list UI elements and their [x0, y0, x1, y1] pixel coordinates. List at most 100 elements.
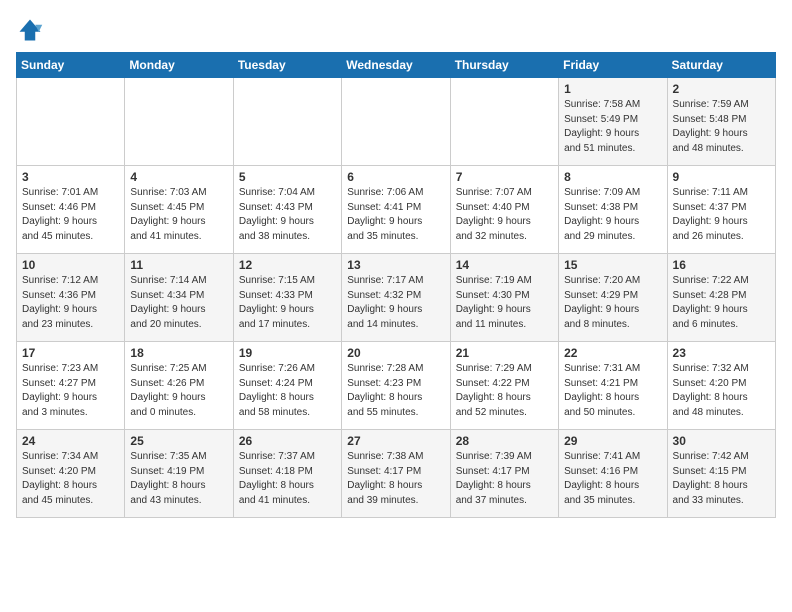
calendar-cell: 22 Sunrise: 7:31 AM Sunset: 4:21 PM Dayli…	[559, 342, 667, 430]
weekday-header-friday: Friday	[559, 53, 667, 78]
calendar-cell: 18 Sunrise: 7:25 AM Sunset: 4:26 PM Dayli…	[125, 342, 233, 430]
day-info: Sunrise: 7:09 AM Sunset: 4:38 PM Dayligh…	[564, 186, 661, 244]
day-info: Sunrise: 7:31 AM Sunset: 4:21 PM Dayligh…	[564, 362, 661, 420]
day-info: Sunrise: 7:11 AM Sunset: 4:37 PM Dayligh…	[673, 186, 770, 244]
day-info: Sunrise: 7:15 AM Sunset: 4:33 PM Dayligh…	[239, 274, 336, 332]
day-number: 3	[22, 170, 119, 184]
day-info: Sunrise: 7:01 AM Sunset: 4:46 PM Dayligh…	[22, 186, 119, 244]
logo-icon	[16, 16, 44, 44]
day-number: 18	[130, 346, 227, 360]
day-number: 24	[22, 434, 119, 448]
day-info: Sunrise: 7:22 AM Sunset: 4:28 PM Dayligh…	[673, 274, 770, 332]
calendar-cell: 25Sunrise: 7:35 AM Sunset: 4:19 PM Dayli…	[125, 430, 233, 518]
calendar-cell: 26 Sunrise: 7:37 AM Sunset: 4:18 PM Dayli…	[233, 430, 341, 518]
day-info: Sunrise: 7:38 AM Sunset: 4:17 PM Dayligh…	[347, 450, 444, 508]
day-info: Sunrise: 7:41 AM Sunset: 4:16 PM Dayligh…	[564, 450, 661, 508]
calendar-cell: 1 Sunrise: 7:58 AM Sunset: 5:49 PM Daylig…	[559, 78, 667, 166]
calendar-cell: 29 Sunrise: 7:41 AM Sunset: 4:16 PM Dayli…	[559, 430, 667, 518]
day-number: 28	[456, 434, 553, 448]
day-number: 12	[239, 258, 336, 272]
calendar-cell: 28 Sunrise: 7:39 AM Sunset: 4:17 PM Dayli…	[450, 430, 558, 518]
day-info: Sunrise: 7:34 AM Sunset: 4:20 PM Dayligh…	[22, 450, 119, 508]
day-info: Sunrise: 7:29 AM Sunset: 4:22 PM Dayligh…	[456, 362, 553, 420]
day-number: 19	[239, 346, 336, 360]
day-number: 29	[564, 434, 661, 448]
calendar-cell	[342, 78, 450, 166]
calendar-cell: 23 Sunrise: 7:32 AM Sunset: 4:20 PM Dayli…	[667, 342, 775, 430]
day-number: 5	[239, 170, 336, 184]
day-info: Sunrise: 7:06 AM Sunset: 4:41 PM Dayligh…	[347, 186, 444, 244]
day-number: 1	[564, 82, 661, 96]
calendar-cell: 4 Sunrise: 7:03 AM Sunset: 4:45 PM Daylig…	[125, 166, 233, 254]
calendar-cell: 6 Sunrise: 7:06 AM Sunset: 4:41 PM Daylig…	[342, 166, 450, 254]
calendar-cell: 7Sunrise: 7:07 AM Sunset: 4:40 PM Daylig…	[450, 166, 558, 254]
day-number: 9	[673, 170, 770, 184]
calendar-cell	[450, 78, 558, 166]
day-number: 15	[564, 258, 661, 272]
page-header	[16, 16, 776, 44]
calendar-cell: 19 Sunrise: 7:26 AM Sunset: 4:24 PM Dayli…	[233, 342, 341, 430]
day-number: 10	[22, 258, 119, 272]
day-info: Sunrise: 7:39 AM Sunset: 4:17 PM Dayligh…	[456, 450, 553, 508]
calendar-cell: 17 Sunrise: 7:23 AM Sunset: 4:27 PM Dayli…	[17, 342, 125, 430]
calendar-cell: 30 Sunrise: 7:42 AM Sunset: 4:15 PM Dayli…	[667, 430, 775, 518]
day-info: Sunrise: 7:58 AM Sunset: 5:49 PM Dayligh…	[564, 98, 661, 156]
calendar-cell: 9 Sunrise: 7:11 AM Sunset: 4:37 PM Daylig…	[667, 166, 775, 254]
calendar-cell: 21 Sunrise: 7:29 AM Sunset: 4:22 PM Dayli…	[450, 342, 558, 430]
day-number: 17	[22, 346, 119, 360]
calendar-cell: 24 Sunrise: 7:34 AM Sunset: 4:20 PM Dayli…	[17, 430, 125, 518]
calendar-cell: 3 Sunrise: 7:01 AM Sunset: 4:46 PM Daylig…	[17, 166, 125, 254]
day-number: 26	[239, 434, 336, 448]
logo	[16, 16, 48, 44]
day-number: 30	[673, 434, 770, 448]
weekday-header-monday: Monday	[125, 53, 233, 78]
weekday-header-thursday: Thursday	[450, 53, 558, 78]
day-number: 11	[130, 258, 227, 272]
day-number: 22	[564, 346, 661, 360]
weekday-header-tuesday: Tuesday	[233, 53, 341, 78]
calendar-cell: 20Sunrise: 7:28 AM Sunset: 4:23 PM Dayli…	[342, 342, 450, 430]
day-info: Sunrise: 7:37 AM Sunset: 4:18 PM Dayligh…	[239, 450, 336, 508]
calendar-cell: 8 Sunrise: 7:09 AM Sunset: 4:38 PM Daylig…	[559, 166, 667, 254]
day-info: Sunrise: 7:03 AM Sunset: 4:45 PM Dayligh…	[130, 186, 227, 244]
week-row-2: 3 Sunrise: 7:01 AM Sunset: 4:46 PM Daylig…	[17, 166, 776, 254]
calendar-table: SundayMondayTuesdayWednesdayThursdayFrid…	[16, 52, 776, 518]
weekday-header-wednesday: Wednesday	[342, 53, 450, 78]
day-number: 23	[673, 346, 770, 360]
day-number: 7	[456, 170, 553, 184]
calendar-cell: 27 Sunrise: 7:38 AM Sunset: 4:17 PM Dayli…	[342, 430, 450, 518]
day-info: Sunrise: 7:12 AM Sunset: 4:36 PM Dayligh…	[22, 274, 119, 332]
day-info: Sunrise: 7:14 AM Sunset: 4:34 PM Dayligh…	[130, 274, 227, 332]
day-info: Sunrise: 7:19 AM Sunset: 4:30 PM Dayligh…	[456, 274, 553, 332]
calendar-cell: 11 Sunrise: 7:14 AM Sunset: 4:34 PM Dayli…	[125, 254, 233, 342]
day-info: Sunrise: 7:26 AM Sunset: 4:24 PM Dayligh…	[239, 362, 336, 420]
calendar-cell: 10 Sunrise: 7:12 AM Sunset: 4:36 PM Dayli…	[17, 254, 125, 342]
week-row-5: 24 Sunrise: 7:34 AM Sunset: 4:20 PM Dayli…	[17, 430, 776, 518]
calendar-cell: 14 Sunrise: 7:19 AM Sunset: 4:30 PM Dayli…	[450, 254, 558, 342]
calendar-cell: 13 Sunrise: 7:17 AM Sunset: 4:32 PM Dayli…	[342, 254, 450, 342]
day-info: Sunrise: 7:28 AM Sunset: 4:23 PM Dayligh…	[347, 362, 444, 420]
day-info: Sunrise: 7:59 AM Sunset: 5:48 PM Dayligh…	[673, 98, 770, 156]
calendar-cell: 16Sunrise: 7:22 AM Sunset: 4:28 PM Dayli…	[667, 254, 775, 342]
day-info: Sunrise: 7:25 AM Sunset: 4:26 PM Dayligh…	[130, 362, 227, 420]
day-number: 8	[564, 170, 661, 184]
day-info: Sunrise: 7:42 AM Sunset: 4:15 PM Dayligh…	[673, 450, 770, 508]
week-row-1: 1 Sunrise: 7:58 AM Sunset: 5:49 PM Daylig…	[17, 78, 776, 166]
calendar-cell: 5 Sunrise: 7:04 AM Sunset: 4:43 PM Daylig…	[233, 166, 341, 254]
day-number: 27	[347, 434, 444, 448]
day-number: 6	[347, 170, 444, 184]
day-number: 13	[347, 258, 444, 272]
day-info: Sunrise: 7:23 AM Sunset: 4:27 PM Dayligh…	[22, 362, 119, 420]
day-info: Sunrise: 7:17 AM Sunset: 4:32 PM Dayligh…	[347, 274, 444, 332]
week-row-3: 10 Sunrise: 7:12 AM Sunset: 4:36 PM Dayli…	[17, 254, 776, 342]
calendar-cell	[17, 78, 125, 166]
day-number: 21	[456, 346, 553, 360]
calendar-cell	[125, 78, 233, 166]
day-number: 4	[130, 170, 227, 184]
calendar-cell: 2Sunrise: 7:59 AM Sunset: 5:48 PM Daylig…	[667, 78, 775, 166]
weekday-header-saturday: Saturday	[667, 53, 775, 78]
day-info: Sunrise: 7:04 AM Sunset: 4:43 PM Dayligh…	[239, 186, 336, 244]
day-info: Sunrise: 7:32 AM Sunset: 4:20 PM Dayligh…	[673, 362, 770, 420]
weekday-header-sunday: Sunday	[17, 53, 125, 78]
day-number: 14	[456, 258, 553, 272]
